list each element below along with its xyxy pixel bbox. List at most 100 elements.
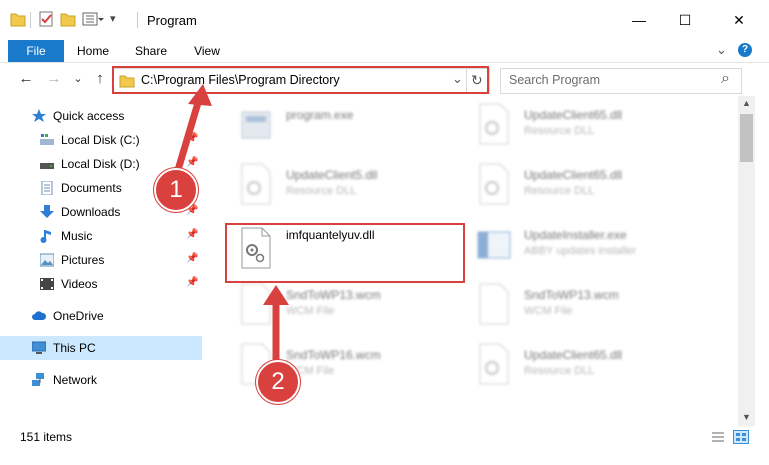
tab-share[interactable]: Share [128,40,174,62]
drive-icon [40,163,54,169]
navigation-pane: Quick access Local Disk (C:) 📌 Local Dis… [0,96,202,426]
file-name: program.exe [286,108,354,122]
new-folder-icon[interactable] [60,10,76,28]
step-1-badge: 1 [154,168,198,212]
sidebar-item-videos[interactable]: Videos 📌 [0,272,202,296]
sidebar-item-label: Network [53,373,98,387]
videos-icon [40,278,54,290]
scrollbar-thumb[interactable] [740,114,753,162]
pin-icon: 📌 [186,157,199,168]
pin-icon: 📌 [186,229,199,240]
help-icon[interactable]: ? [738,43,752,57]
file-name: UpdateClient65.dll [524,168,623,182]
dll-file-icon [479,103,509,145]
tab-file[interactable]: File [8,40,64,62]
close-icon: ✕ [733,11,745,28]
sidebar-item-label: Videos [61,277,98,291]
file-item[interactable]: UpdateClient65.dll Resource DLL [466,156,696,216]
file-type: ABBY updates installer [524,245,637,257]
sidebar-item-label: OneDrive [53,309,104,323]
forward-button[interactable]: → [44,69,64,89]
computer-icon [32,341,46,354]
file-type: Resource DLL [524,365,595,377]
scroll-up-icon[interactable]: ▲ [742,98,751,108]
file-type: Resource DLL [524,185,595,197]
scroll-down-icon[interactable]: ▼ [742,412,751,422]
search-box[interactable]: Search Program ⌕ [500,68,742,94]
search-input[interactable]: Search Program [509,73,600,87]
network-icon [32,373,44,386]
details-view-icon[interactable] [711,431,725,443]
navigation-row: ← → ⌄ ↑ C:\Program Files\Program Directo… [0,63,769,95]
customize-toolbar-icon[interactable]: ▾ [110,12,116,25]
back-button[interactable]: ← [16,69,36,89]
sidebar-item-onedrive[interactable]: OneDrive [0,304,202,328]
divider [137,12,138,28]
sidebar-item-network[interactable]: Network [0,368,202,392]
file-item[interactable]: SndToWP13.wcm WCM File [466,276,696,336]
executable-icon [241,111,271,139]
file-item[interactable]: UpdateInstaller.exe ABBY updates install… [466,216,696,276]
file-name: UpdateClient5.dll [286,168,378,182]
pin-icon: 📌 [186,253,199,264]
sidebar-item-pictures[interactable]: Pictures 📌 [0,248,202,272]
sidebar-item-label: Local Disk (C:) [61,133,140,147]
recent-locations-button[interactable]: ⌄ [68,69,88,89]
file-type: WCM File [524,305,573,317]
properties-icon[interactable] [38,10,54,28]
vertical-scrollbar[interactable]: ▲ ▼ [738,96,755,426]
sidebar-item-music[interactable]: Music 📌 [0,224,202,248]
sidebar-item-label: Downloads [61,205,121,219]
sidebar-item-label: This PC [53,341,96,355]
file-item[interactable]: UpdateClient5.dll Resource DLL [228,156,458,216]
file-type: Resource DLL [286,185,357,197]
ribbon-tabs: File Home Share View ⌄ ? [0,40,769,63]
maximize-button[interactable]: ☐ [662,0,708,40]
downloads-icon [40,205,54,218]
folder-icon[interactable] [10,10,26,28]
file-name: UpdateClient65.dll [524,108,623,122]
search-icon: ⌕ [721,70,730,87]
title-bar: ▾ Program — ☐ ✕ [0,0,769,41]
item-count: 151 items [20,430,73,444]
file-type: WCM File [286,305,335,317]
file-name: SndToWP16.wcm [286,348,381,362]
file-name: UpdateInstaller.exe [524,228,627,242]
tiles-view-icon[interactable] [733,430,749,444]
sidebar-item-this-pc[interactable]: This PC [0,336,202,360]
dll-file-icon [479,163,509,205]
file-item[interactable]: UpdateClient65.dll Resource DLL [466,96,696,156]
sidebar-item-label: Music [61,229,93,243]
file-item[interactable]: UpdateClient65.dll Resource DLL [466,336,696,396]
file-name: SndToWP13.wcm [524,288,619,302]
sidebar-item-local-disk-c[interactable]: Local Disk (C:) 📌 [0,128,202,152]
expand-ribbon-icon[interactable]: ⌄ [716,42,727,58]
file-item[interactable]: program.exe [228,96,458,156]
file-item[interactable]: SndToWP13.wcm WCM File [228,276,458,336]
wcm-file-icon [479,283,509,325]
documents-icon [41,181,53,195]
sidebar-item-quick-access[interactable]: Quick access [0,104,202,128]
dll-file-icon [241,163,271,205]
status-bar: 151 items [0,426,769,448]
sidebar-item-label: Quick access [53,109,125,123]
address-highlight [112,66,489,94]
file-highlight [225,223,465,283]
file-name: SndToWP13.wcm [286,288,381,302]
divider [30,12,31,28]
maximize-icon: ☐ [678,11,692,28]
dll-file-icon [479,343,509,385]
up-button[interactable]: ↑ [90,69,110,89]
tab-view[interactable]: View [184,40,230,62]
window-title: Program [147,13,197,28]
pin-icon: 📌 [186,133,199,144]
file-name: UpdateClient65.dll [524,348,623,362]
minimize-icon: — [632,12,646,28]
minimize-button[interactable]: — [616,0,662,40]
wcm-file-icon [241,283,271,325]
step-2-badge: 2 [256,360,300,404]
pictures-icon [40,253,54,267]
tab-home[interactable]: Home [70,40,116,62]
close-button[interactable]: ✕ [716,0,762,40]
view-options-icon[interactable] [82,10,104,28]
